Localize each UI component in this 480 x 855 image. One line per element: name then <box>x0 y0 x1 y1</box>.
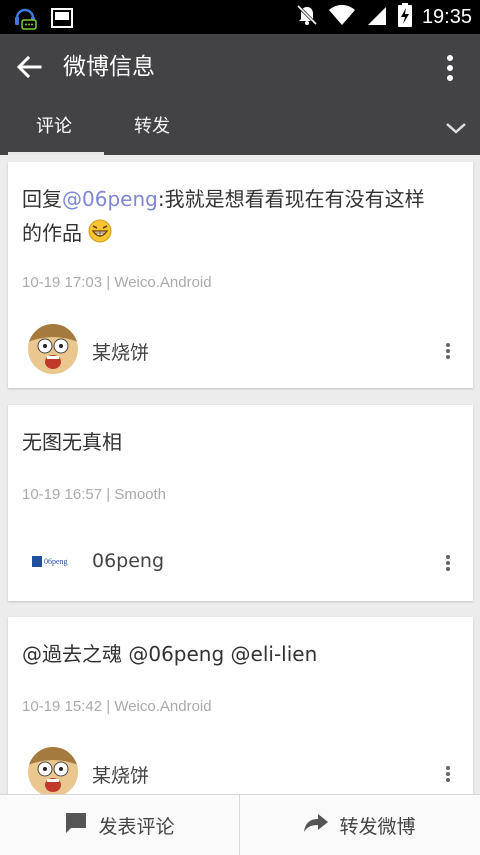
app-bar: 微博信息 <box>0 34 480 100</box>
avatar-text: 06peng <box>44 556 68 566</box>
avatar[interactable] <box>28 747 78 797</box>
reply-prefix: 回复 <box>22 187 62 211</box>
clock: 19:35 <box>421 6 472 28</box>
mention-list[interactable]: @過去之魂 @06peng @eli-lien <box>22 637 462 671</box>
comment-time: 10-19 17:03 <box>22 274 103 291</box>
username[interactable]: 某烧饼 <box>92 338 149 365</box>
page-title: 微博信息 <box>63 54 155 80</box>
arrow-left-icon[interactable] <box>14 52 44 82</box>
mute-icon <box>296 4 318 30</box>
comment-body-cont: 的作品 <box>22 221 82 245</box>
tab-indicator <box>8 152 104 155</box>
comment-meta: 10-19 15:42 | Weico.Android <box>22 698 212 715</box>
screenshot-icon <box>50 7 74 33</box>
repost-label: 转发微博 <box>339 815 416 838</box>
comment-card[interactable]: @過去之魂 @06peng @eli-lien 10-19 15:42 | We… <box>8 617 473 807</box>
tab-comments[interactable]: 评论 <box>4 100 104 155</box>
avatar[interactable] <box>28 324 78 374</box>
tab-label: 评论 <box>36 116 72 137</box>
grin-emoji-icon <box>88 219 112 253</box>
chevron-down-icon[interactable] <box>444 116 468 140</box>
comment-meta: 10-19 17:03 | Weico.Android <box>22 274 212 291</box>
username[interactable]: 某烧饼 <box>92 761 149 788</box>
comment-meta: 10-19 16:57 | Smooth <box>22 486 167 503</box>
mention-link[interactable]: @06peng <box>62 187 158 211</box>
repost-button[interactable]: 转发微博 <box>240 795 479 855</box>
comment-text: 无图无真相 <box>22 430 122 454</box>
avatar[interactable]: 06peng <box>28 537 78 585</box>
more-vert-icon[interactable] <box>445 342 451 360</box>
comment-time: 10-19 15:42 <box>22 698 103 715</box>
more-vert-icon[interactable] <box>445 554 451 572</box>
tab-bar: 评论 转发 <box>0 100 480 155</box>
tab-reposts[interactable]: 转发 <box>102 100 202 155</box>
post-comment-button[interactable]: 发表评论 <box>0 795 239 855</box>
comment-card[interactable]: 无图无真相 10-19 16:57 | Smooth 06peng 06peng <box>8 405 473 601</box>
notification-headset-icon <box>12 5 38 35</box>
comment-source: Smooth <box>114 486 167 503</box>
share-arrow-icon <box>303 811 329 840</box>
comment-source: Weico.Android <box>114 274 212 291</box>
username[interactable]: 06peng <box>92 550 164 572</box>
battery-charging-icon <box>397 3 412 31</box>
tab-label: 转发 <box>134 116 170 137</box>
post-comment-label: 发表评论 <box>98 815 175 838</box>
comment-body: :我就是想看看现在有没有这样 <box>157 187 425 211</box>
wifi-icon <box>328 4 356 30</box>
bottom-action-bar: 发表评论 转发微博 <box>0 794 480 855</box>
comment-card[interactable]: 回复@06peng:我就是想看看现在有没有这样 的作品 10-19 17:03 … <box>8 162 473 388</box>
status-bar: 19:35 <box>0 0 480 34</box>
comment-icon <box>64 811 88 840</box>
more-vert-icon[interactable] <box>445 765 451 783</box>
comment-time: 10-19 16:57 <box>22 486 103 503</box>
more-vert-icon[interactable] <box>446 54 454 82</box>
comment-text: 回复@06peng:我就是想看看现在有没有这样 的作品 <box>22 182 462 253</box>
signal-icon <box>366 4 388 30</box>
comment-source: Weico.Android <box>114 698 212 715</box>
